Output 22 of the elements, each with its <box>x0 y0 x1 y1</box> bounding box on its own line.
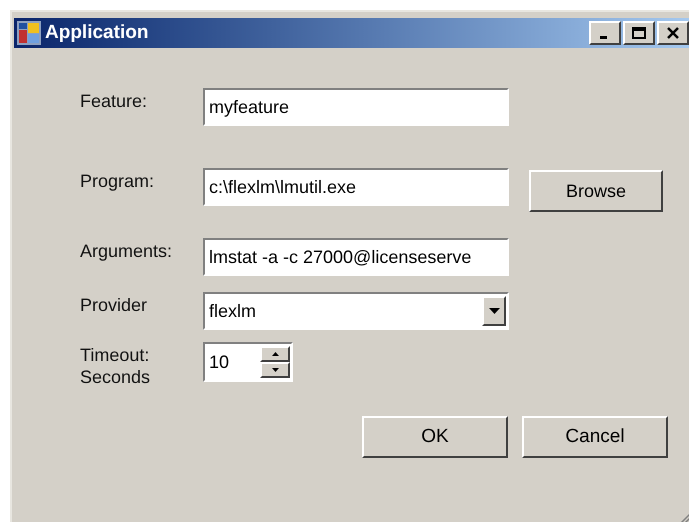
field-label: Provider <box>80 294 148 316</box>
close-icon[interactable] <box>657 21 689 45</box>
text-field[interactable]: c:\flexlm\lmutil.exe <box>203 168 509 206</box>
spin-up-icon[interactable] <box>260 346 290 362</box>
app-icon <box>17 21 41 45</box>
minimize-icon[interactable] <box>589 21 621 45</box>
browse-button[interactable]: Browse <box>529 170 663 212</box>
spin-down-icon[interactable] <box>260 362 290 378</box>
cancel-button[interactable]: Cancel <box>522 416 668 458</box>
timeout-spinner[interactable]: 10 <box>203 342 293 382</box>
window-title: Application <box>45 20 150 45</box>
ok-button[interactable]: OK <box>362 416 508 458</box>
field-label: Program: <box>80 170 156 192</box>
text-field[interactable]: myfeature <box>203 88 509 126</box>
provider-dropdown[interactable]: flexlm <box>203 292 509 330</box>
dropdown-value: flexlm <box>208 300 258 322</box>
maximize-icon[interactable] <box>623 21 655 45</box>
field-label: Arguments: <box>80 240 174 262</box>
field-label: Timeout: Seconds <box>80 344 152 388</box>
field-label: Feature: <box>80 90 148 112</box>
spinner-value: 10 <box>208 350 230 374</box>
text-field[interactable]: lmstat -a -c 27000@licenseserve <box>203 238 509 276</box>
